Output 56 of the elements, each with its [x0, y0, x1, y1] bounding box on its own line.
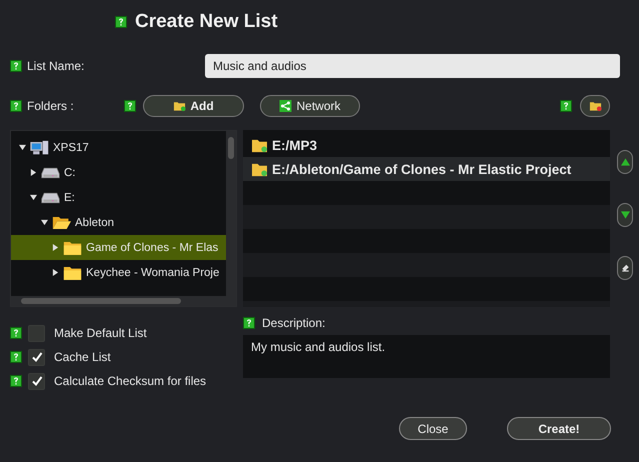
close-button[interactable]: Close	[399, 417, 467, 440]
folder-list-item[interactable]: E:/Ableton/Game of Clones - Mr Elastic Project	[243, 157, 610, 181]
dialog-title: Create New List	[135, 11, 278, 33]
help-icon[interactable]	[124, 100, 136, 112]
clear-button[interactable]	[617, 256, 633, 280]
tree-item[interactable]: XPS17	[11, 135, 227, 160]
folder-remove-icon	[588, 100, 602, 112]
checkbox[interactable]	[28, 372, 45, 390]
checkbox[interactable]	[28, 324, 45, 342]
help-icon[interactable]	[115, 16, 127, 28]
folders-label: Folders :	[27, 99, 75, 113]
down-arrow-icon	[620, 211, 630, 219]
tree-item[interactable]: C:	[11, 160, 227, 185]
horizontal-scrollbar[interactable]	[11, 296, 236, 306]
add-button[interactable]: Add	[143, 95, 244, 117]
collapse-icon[interactable]	[41, 219, 48, 226]
list-name-label: List Name:	[27, 59, 86, 73]
vertical-scrollbar[interactable]	[226, 131, 236, 296]
description-label: Description:	[262, 316, 326, 330]
description-field[interactable]: My music and audios list.	[243, 335, 610, 378]
help-icon[interactable]	[10, 327, 22, 339]
up-arrow-icon	[620, 158, 630, 166]
folder-add-icon	[251, 138, 268, 152]
checkbox[interactable]	[28, 348, 45, 366]
eraser-icon	[620, 264, 630, 272]
help-icon[interactable]	[10, 351, 22, 363]
option-label: Make Default List	[54, 326, 147, 340]
create-button[interactable]: Create!	[507, 417, 611, 440]
tree-item[interactable]: Ableton	[11, 210, 227, 235]
folder-icon	[63, 240, 82, 256]
open-folder-icon	[52, 214, 71, 230]
collapse-icon[interactable]	[19, 144, 26, 151]
computer-icon	[30, 140, 49, 156]
tree-item[interactable]: Game of Clones - Mr Elas	[11, 235, 227, 260]
network-button[interactable]: Network	[260, 95, 360, 117]
help-icon[interactable]	[243, 317, 255, 329]
tree-item[interactable]: Keychee - Womania Proje	[11, 260, 227, 285]
option-label: Calculate Checksum for files	[54, 374, 206, 388]
share-icon	[279, 100, 292, 112]
move-down-button[interactable]	[617, 203, 633, 227]
collapse-icon[interactable]	[30, 194, 37, 201]
help-icon[interactable]	[10, 100, 22, 112]
remove-folder-button[interactable]	[580, 95, 610, 117]
help-icon[interactable]	[10, 375, 22, 387]
folder-icon	[63, 264, 82, 280]
expand-icon[interactable]	[30, 169, 37, 176]
move-up-button[interactable]	[617, 150, 633, 174]
folder-list-item[interactable]: E:/MP3	[243, 133, 610, 157]
list-name-field[interactable]: Music and audios	[205, 54, 620, 78]
tree-item[interactable]: E:	[11, 185, 227, 210]
option-label: Cache List	[54, 350, 111, 364]
expand-icon[interactable]	[52, 269, 59, 276]
help-icon[interactable]	[10, 60, 22, 72]
help-icon[interactable]	[560, 100, 572, 112]
folder-plus-icon	[173, 100, 186, 112]
folder-add-icon	[251, 162, 268, 176]
